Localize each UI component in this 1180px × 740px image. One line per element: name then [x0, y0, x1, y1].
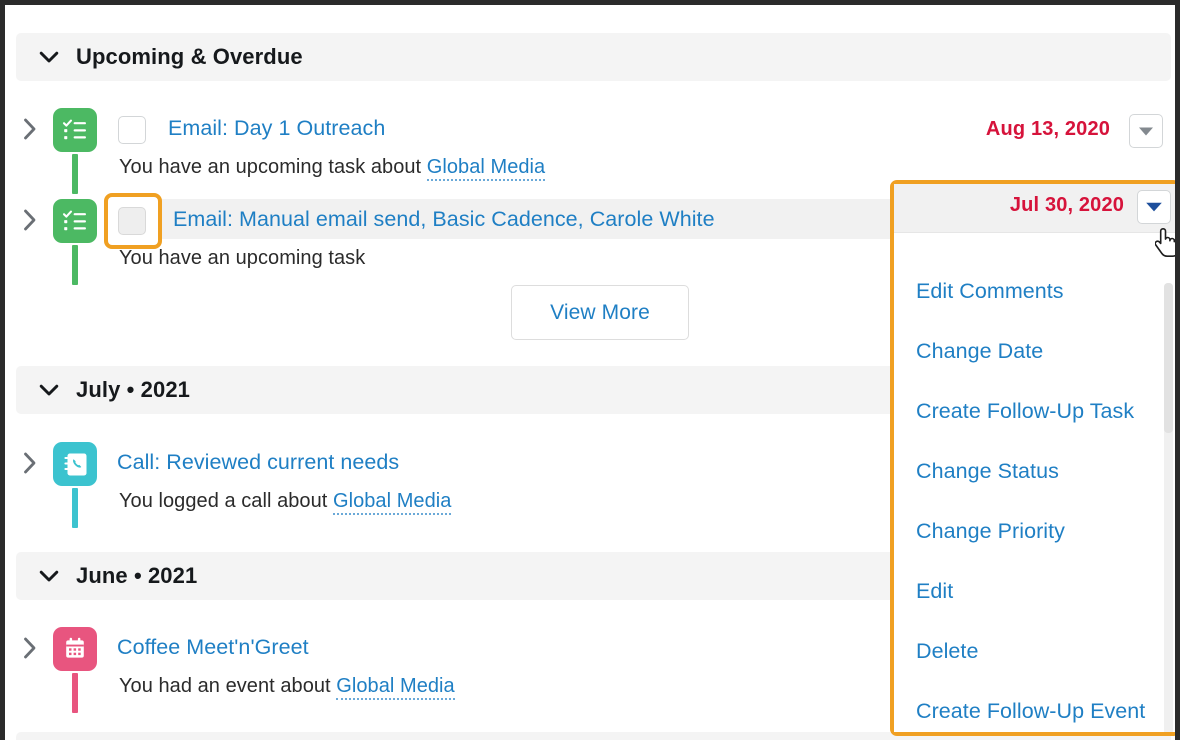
- activity-description: You have an upcoming task about Global M…: [119, 156, 546, 181]
- menu-item-create-follow-up-event[interactable]: Create Follow-Up Event: [916, 699, 1145, 724]
- dropdown-header-row: Jul 30, 2020: [894, 184, 1175, 232]
- activity-description: You have an upcoming task: [119, 247, 365, 270]
- menu-item-edit-comments[interactable]: Edit Comments: [916, 279, 1064, 304]
- related-record-link[interactable]: Global Media: [426, 156, 546, 181]
- section-header-upcoming-overdue[interactable]: Upcoming & Overdue: [16, 33, 1171, 81]
- due-date: Jul 30, 2020: [1009, 194, 1124, 216]
- window-frame: Upcoming & Overdue Email: Day 1 Outreach…: [0, 0, 1180, 740]
- chevron-down-icon: [38, 46, 60, 68]
- activity-description: You logged a call about Global Media: [119, 490, 452, 515]
- calendar-event-icon[interactable]: [53, 627, 97, 671]
- related-record-link[interactable]: Global Media: [332, 490, 452, 515]
- expand-row-chevron-right-icon[interactable]: [19, 207, 41, 233]
- expand-row-chevron-right-icon[interactable]: [19, 450, 41, 476]
- related-record-link[interactable]: Global Media: [336, 675, 455, 700]
- dropdown-menu: Edit Comments Change Date Create Follow-…: [894, 232, 1175, 732]
- timeline-stem: [72, 488, 78, 528]
- description-text: You had an event about: [119, 675, 337, 697]
- chevron-down-icon: [38, 379, 60, 401]
- row-actions-caret-down-icon[interactable]: [1137, 190, 1171, 224]
- menu-item-create-follow-up-task[interactable]: Create Follow-Up Task: [916, 399, 1134, 424]
- task-complete-checkbox[interactable]: [118, 116, 146, 144]
- section-title: June • 2021: [76, 563, 198, 588]
- activity-subject-link[interactable]: Email: Manual email send, Basic Cadence,…: [173, 207, 715, 232]
- dropdown-scrollbar[interactable]: [1164, 283, 1173, 732]
- activity-subject-link[interactable]: Email: Day 1 Outreach: [168, 116, 385, 141]
- description-text: You logged a call about: [119, 490, 333, 512]
- menu-item-change-status[interactable]: Change Status: [916, 459, 1059, 484]
- expand-row-chevron-right-icon[interactable]: [19, 635, 41, 661]
- timeline-stem: [72, 673, 78, 713]
- activity-subject-link[interactable]: Call: Reviewed current needs: [117, 450, 399, 475]
- timeline-row: Email: Day 1 Outreach You have an upcomi…: [5, 108, 1175, 194]
- row-actions-dropdown-highlight: Jul 30, 2020 Edit Comments Change Date C…: [890, 180, 1175, 736]
- description-text: You have an upcoming task about: [119, 156, 427, 178]
- menu-item-change-priority[interactable]: Change Priority: [916, 519, 1065, 544]
- activity-timeline: Upcoming & Overdue Email: Day 1 Outreach…: [5, 5, 1175, 740]
- due-date: Aug 13, 2020: [985, 118, 1110, 140]
- call-phone-icon[interactable]: [53, 442, 97, 486]
- description-text: You have an upcoming task: [119, 247, 366, 269]
- expand-row-chevron-right-icon[interactable]: [19, 116, 41, 142]
- activity-description: You had an event about Global Media: [119, 675, 455, 700]
- activity-subject-link[interactable]: Coffee Meet'n'Greet: [117, 635, 309, 660]
- menu-item-change-date[interactable]: Change Date: [916, 339, 1043, 364]
- task-checklist-icon[interactable]: [53, 199, 97, 243]
- row-actions-caret-down-icon[interactable]: [1129, 114, 1163, 148]
- section-title: Upcoming & Overdue: [76, 44, 303, 69]
- dropdown-scrollbar-thumb[interactable]: [1164, 283, 1173, 433]
- menu-item-edit[interactable]: Edit: [916, 579, 953, 604]
- task-complete-checkbox[interactable]: [118, 207, 146, 235]
- chevron-down-icon: [38, 565, 60, 587]
- section-title: July • 2021: [76, 377, 190, 402]
- menu-item-delete[interactable]: Delete: [916, 639, 978, 664]
- view-more-button[interactable]: View More: [511, 285, 689, 340]
- timeline-stem: [72, 245, 78, 285]
- timeline-stem: [72, 154, 78, 194]
- task-checklist-icon[interactable]: [53, 108, 97, 152]
